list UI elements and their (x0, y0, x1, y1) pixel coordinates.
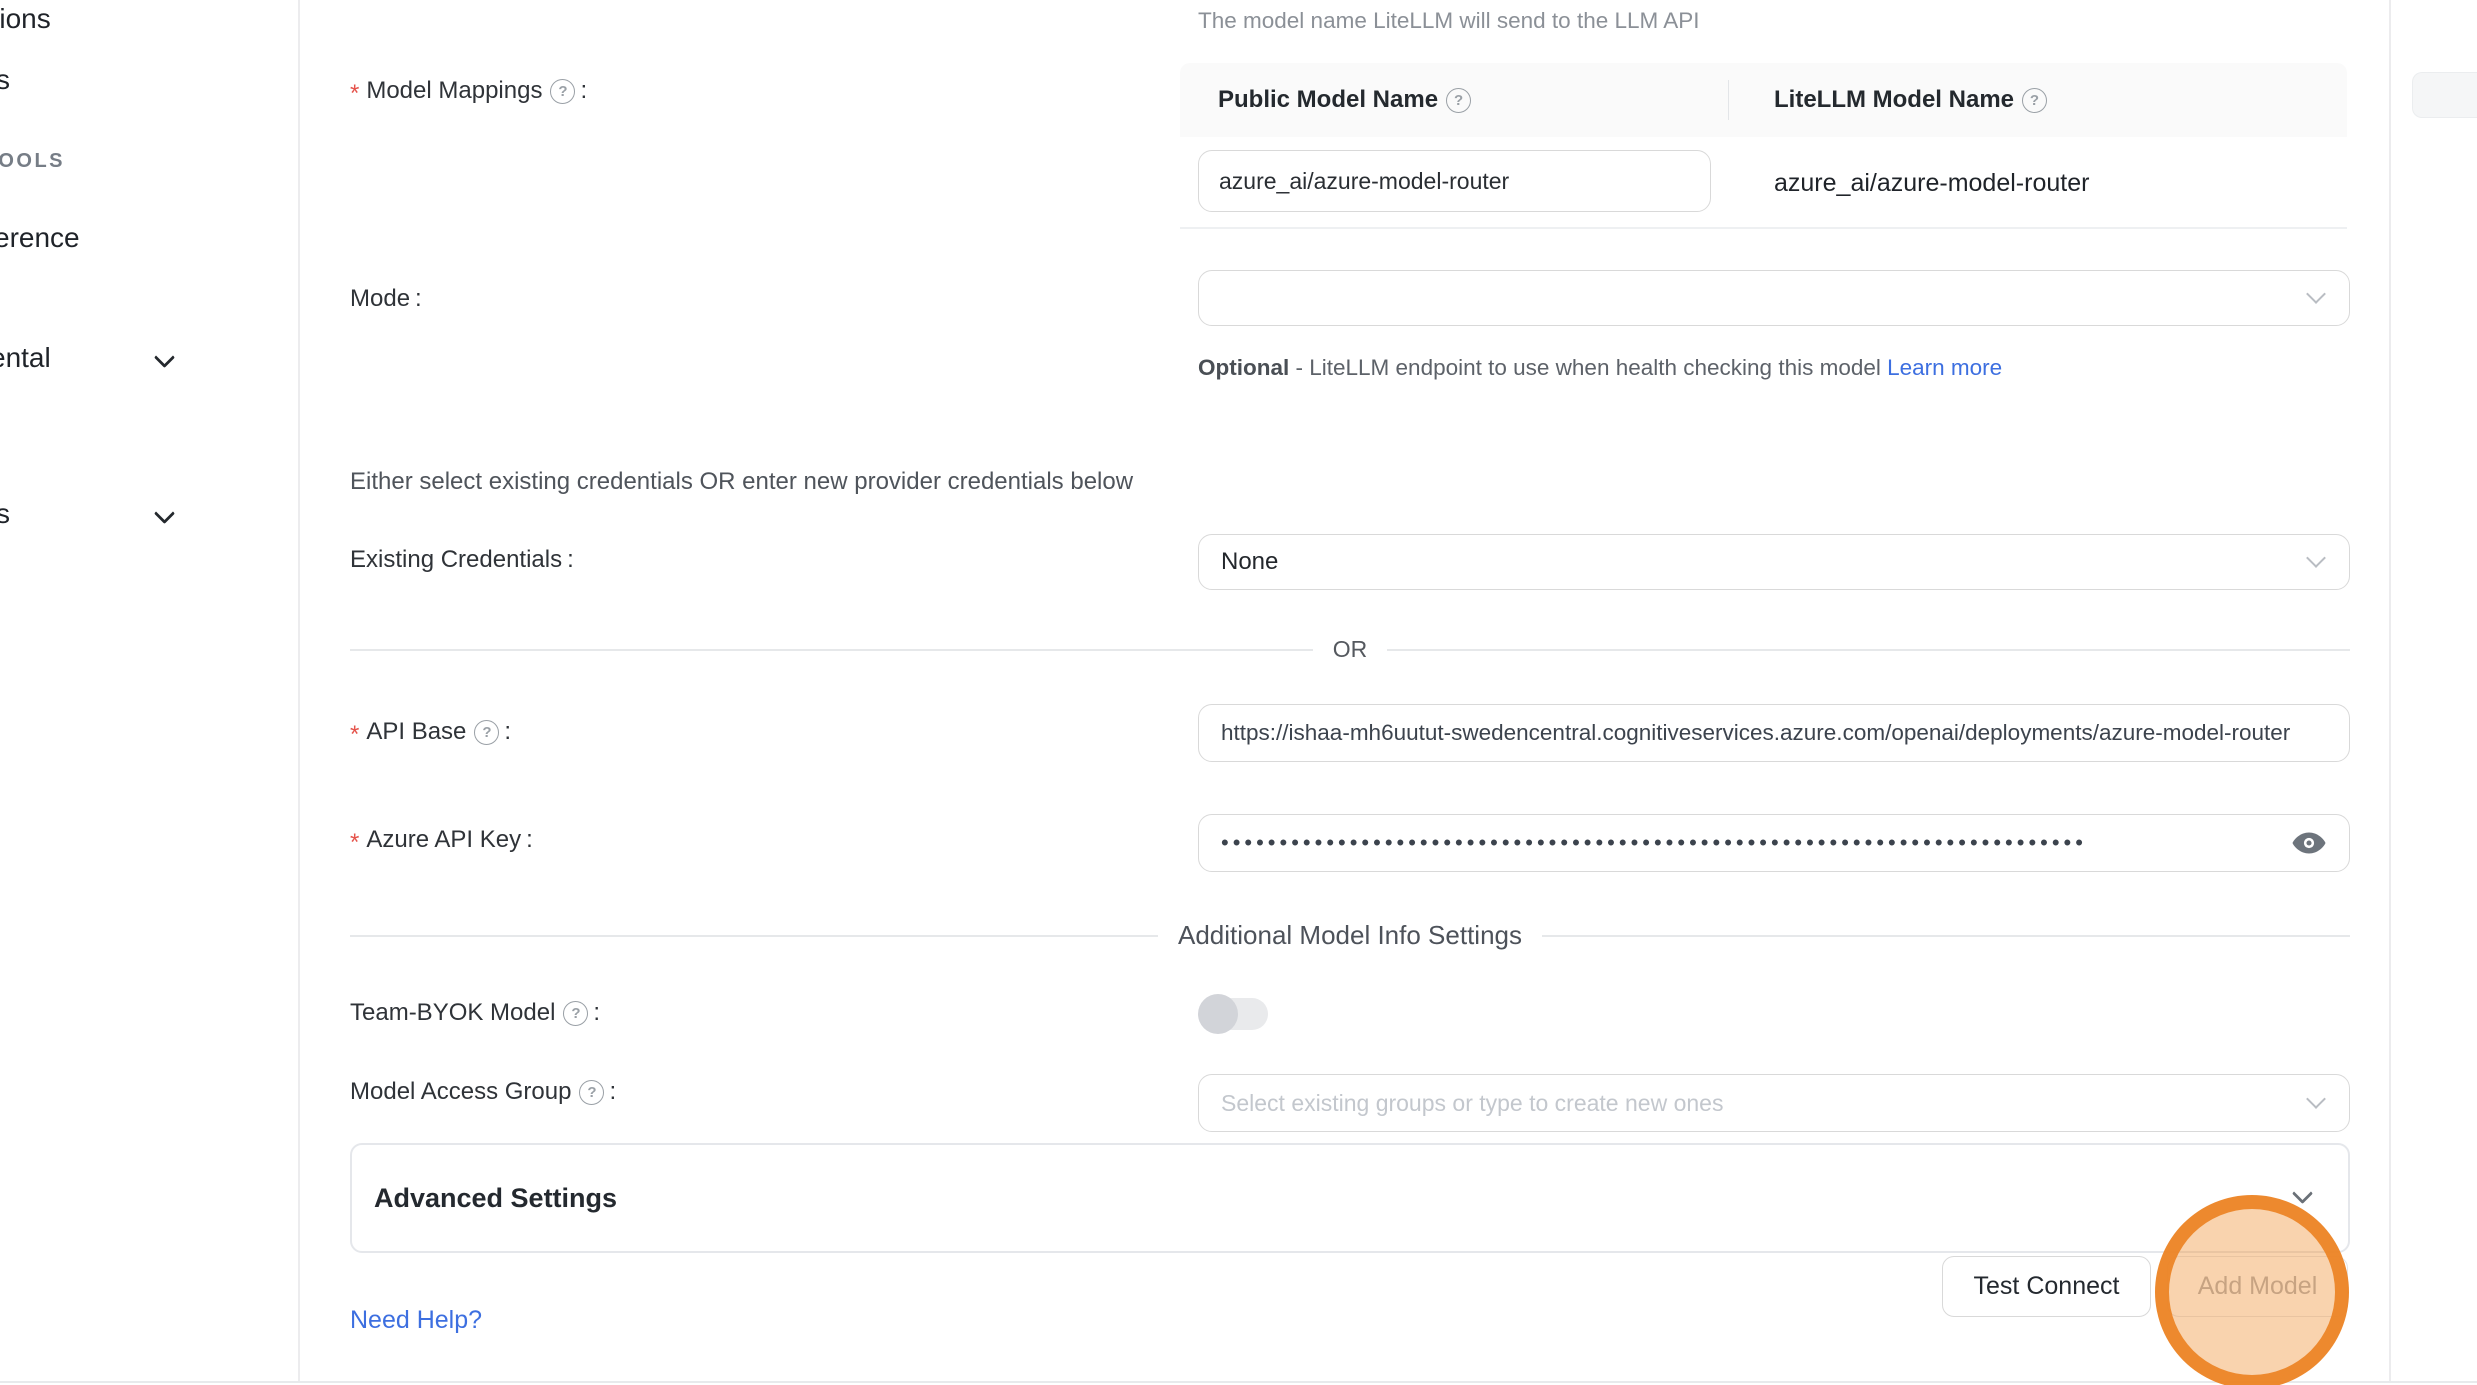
sidebar-item-settings[interactable]: s (0, 498, 10, 530)
azure-api-key-input[interactable]: ••••••••••••••••••••••••••••••••••••••••… (1198, 814, 2350, 872)
eye-icon[interactable] (2291, 825, 2327, 861)
need-help-link[interactable]: Need Help? (350, 1306, 482, 1335)
add-model-page: ations s TOOLS erence ental s The model … (0, 0, 2477, 1385)
required-marker: * (350, 721, 359, 749)
sidebar-item-organizations[interactable]: ations (0, 3, 51, 35)
model-access-group-select[interactable]: Select existing groups or type to create… (1198, 1074, 2350, 1132)
help-icon[interactable]: ? (579, 1080, 604, 1105)
sidebar-item-inference[interactable]: erence (0, 222, 80, 254)
toggle-knob (1198, 994, 1238, 1034)
chevron-down-icon (2306, 1089, 2326, 1109)
mode-select[interactable] (1198, 270, 2350, 326)
table-row: azure_ai/azure-model-router azure_ai/azu… (1180, 137, 2347, 229)
page-bottom-divider (0, 1381, 2477, 1383)
or-divider: OR (350, 636, 2350, 663)
sidebar-section-tools: TOOLS (0, 150, 65, 173)
litellm-model-name-value: azure_ai/azure-model-router (1774, 137, 2089, 229)
model-access-group-label: Model Access Group ? : (350, 1078, 616, 1106)
add-model-button[interactable]: Add Model (2167, 1256, 2348, 1317)
sidebar-divider (298, 0, 300, 1381)
column-header-public-model-name: Public Model Name ? (1180, 63, 1728, 137)
sidebar-item-experimental[interactable]: ental (0, 342, 51, 374)
column-header-litellm-model-name: LiteLLM Model Name ? (1728, 63, 2347, 137)
content-right-divider (2389, 0, 2391, 1381)
required-marker: * (350, 829, 359, 857)
credentials-note: Either select existing credentials OR en… (350, 468, 1133, 496)
advanced-settings-panel[interactable]: Advanced Settings (350, 1143, 2350, 1253)
model-mappings-table: Public Model Name ? LiteLLM Model Name ?… (1180, 63, 2347, 229)
chevron-down-icon (2306, 284, 2326, 304)
sidebar-item-models[interactable]: s (0, 64, 10, 96)
help-icon[interactable]: ? (1446, 88, 1471, 113)
help-icon[interactable]: ? (2022, 88, 2047, 113)
test-connect-button[interactable]: Test Connect (1942, 1256, 2151, 1317)
mode-label: Mode : (350, 285, 422, 313)
chevron-down-icon (2306, 548, 2326, 568)
required-marker: * (350, 80, 359, 108)
clipped-edge-element (2412, 72, 2477, 118)
public-model-name-input[interactable]: azure_ai/azure-model-router (1198, 150, 1711, 212)
existing-credentials-label: Existing Credentials : (350, 546, 574, 574)
team-byok-label: Team-BYOK Model ? : (350, 999, 600, 1027)
help-icon[interactable]: ? (550, 79, 575, 104)
model-mappings-label: * Model Mappings ? : (350, 77, 587, 105)
help-icon[interactable]: ? (474, 720, 499, 745)
additional-settings-divider: Additional Model Info Settings (350, 920, 2350, 951)
existing-credentials-select[interactable]: None (1198, 534, 2350, 590)
chevron-down-icon (154, 503, 175, 524)
table-header-row: Public Model Name ? LiteLLM Model Name ? (1180, 63, 2347, 137)
mode-helper-text: Optional - LiteLLM endpoint to use when … (1198, 346, 2013, 390)
help-icon[interactable]: ? (563, 1001, 588, 1026)
chevron-down-icon (2292, 1183, 2313, 1204)
column-divider (1728, 80, 1729, 120)
azure-api-key-label: * Azure API Key : (350, 826, 533, 854)
api-base-input[interactable]: https://ishaa-mh6uutut-swedencentral.cog… (1198, 704, 2350, 762)
model-name-helper-text: The model name LiteLLM will send to the … (1198, 8, 1700, 34)
learn-more-link[interactable]: Learn more (1887, 355, 2002, 380)
chevron-down-icon (154, 347, 175, 368)
team-byok-toggle[interactable] (1202, 998, 1268, 1030)
api-base-label: * API Base ? : (350, 718, 511, 746)
